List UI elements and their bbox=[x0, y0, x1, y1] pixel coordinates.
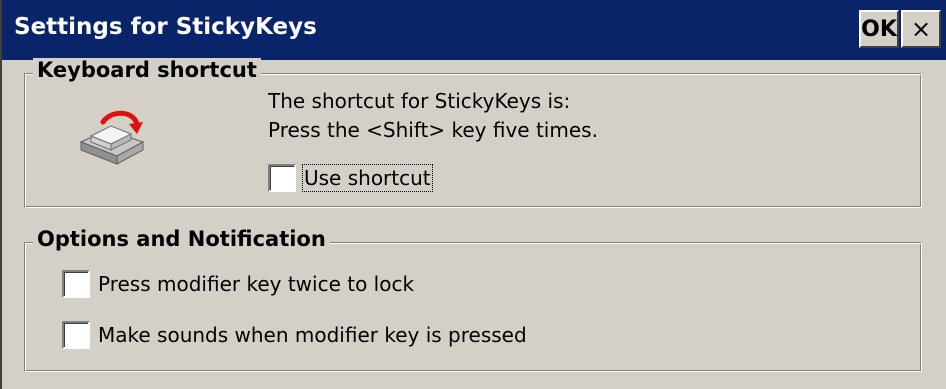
keyboard-key-icon bbox=[79, 110, 145, 165]
sticky-keys-settings-window: Settings for StickyKeys OK × Keyboard sh… bbox=[0, 0, 946, 389]
window-title: Settings for StickyKeys bbox=[14, 14, 317, 40]
options-notification-legend: Options and Notification bbox=[33, 227, 330, 251]
keyboard-shortcut-legend: Keyboard shortcut bbox=[33, 58, 261, 82]
close-button[interactable]: × bbox=[901, 10, 941, 48]
press-modifier-twice-label[interactable]: Press modifier key twice to lock bbox=[98, 272, 414, 296]
use-shortcut-label[interactable]: Use shortcut bbox=[302, 164, 433, 192]
use-shortcut-checkbox[interactable] bbox=[268, 164, 296, 192]
options-notification-group: Options and Notification bbox=[24, 227, 922, 372]
title-bar: Settings for StickyKeys OK × bbox=[2, 0, 946, 60]
shortcut-description-line1: The shortcut for StickyKeys is: bbox=[268, 89, 571, 113]
press-modifier-twice-checkbox[interactable] bbox=[62, 270, 90, 298]
make-sounds-label[interactable]: Make sounds when modifier key is pressed bbox=[98, 323, 527, 347]
ok-button[interactable]: OK bbox=[859, 10, 899, 48]
make-sounds-checkbox[interactable] bbox=[62, 321, 90, 349]
shortcut-description-line2: Press the <Shift> key five times. bbox=[268, 118, 598, 142]
